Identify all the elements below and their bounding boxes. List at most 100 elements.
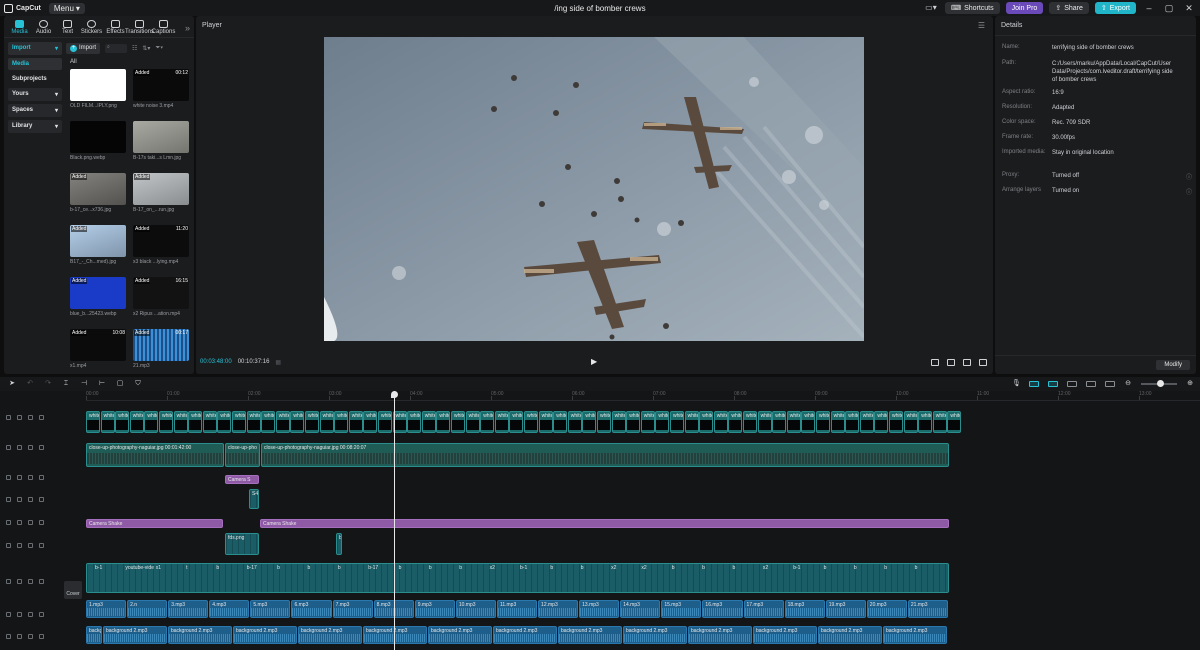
white-noise-clip[interactable]: white — [421, 411, 436, 433]
white-noise-clip[interactable]: white — [232, 411, 246, 433]
white-noise-clip[interactable]: white — [202, 411, 217, 433]
eye-icon[interactable] — [17, 543, 22, 548]
white-noise-clip[interactable]: white — [699, 411, 714, 433]
white-noise-clip[interactable]: white — [144, 411, 159, 433]
sidenav-import[interactable]: Import ▾ — [8, 42, 62, 55]
audio-clip[interactable]: 1.mp3 — [86, 600, 127, 618]
eye-icon[interactable] — [17, 497, 22, 502]
white-noise-clip[interactable]: white — [159, 411, 173, 433]
video-preview[interactable] — [324, 37, 864, 341]
lock-icon[interactable] — [6, 497, 11, 502]
background-audio-clip[interactable]: background 2.mp3 — [818, 626, 882, 644]
white-noise-clip[interactable]: white — [86, 411, 100, 433]
audio-clip[interactable]: 17.mp3 — [743, 600, 784, 618]
media-item[interactable]: Added 16:15 x2 Ripus ...ation.mp4 — [133, 277, 189, 322]
white-noise-clip[interactable]: white — [553, 411, 568, 433]
media-thumbnail[interactable]: Added — [133, 173, 189, 205]
audio-toggle-icon[interactable] — [28, 475, 33, 480]
more-icon[interactable] — [39, 475, 44, 480]
white-noise-clip[interactable]: white — [670, 411, 684, 433]
media-thumbnail[interactable] — [133, 121, 189, 153]
white-noise-clip[interactable]: white — [305, 411, 319, 433]
white-noise-clip[interactable]: white — [115, 411, 130, 433]
white-noise-clip[interactable]: white — [743, 411, 757, 433]
modify-button[interactable]: Modify — [1156, 360, 1190, 370]
zoom-out-icon[interactable]: ⊖ — [1124, 380, 1132, 388]
tab-effects[interactable]: Effects — [104, 20, 127, 37]
photo-clip[interactable]: close-up-photography-naguiar.jpg 00:01:4… — [86, 443, 224, 467]
white-noise-clip[interactable]: white — [363, 411, 378, 433]
media-item[interactable]: Added b-17_ce...x736.jpg — [70, 173, 126, 218]
audio-clip[interactable]: backg — [86, 626, 102, 644]
main-track-magnet-icon[interactable] — [1029, 381, 1039, 387]
media-item[interactable]: Added blue_b...25423.webp — [70, 277, 126, 322]
overlay-clip[interactable]: S4 — [249, 489, 259, 509]
more-icon[interactable] — [39, 497, 44, 502]
lock-icon[interactable] — [6, 415, 11, 420]
split-left-icon[interactable]: ⊣ — [80, 380, 88, 388]
background-audio-clip[interactable]: background 2.mp3 — [688, 626, 752, 644]
audio-clip[interactable]: 10.mp3 — [455, 600, 496, 618]
media-item[interactable]: Added 00:12 white noise 3.mp4 — [133, 69, 189, 114]
background-audio-clip[interactable]: background 2.mp3 — [883, 626, 947, 644]
sidenav-yours[interactable]: Yours ▾ — [8, 88, 62, 101]
white-noise-clip[interactable]: white — [903, 411, 918, 433]
linkage-icon[interactable] — [1067, 381, 1077, 387]
lock-icon[interactable] — [6, 579, 11, 584]
audio-toggle-icon[interactable] — [28, 415, 33, 420]
white-noise-clip[interactable]: white — [538, 411, 553, 433]
ratio-icon[interactable] — [963, 359, 971, 366]
white-noise-clip[interactable]: white — [378, 411, 392, 433]
timeline-ruler[interactable]: 00:00 01:00 02:00 03:00 04:00 05:00 06:00 07:00… — [86, 391, 1200, 401]
select-tool-icon[interactable]: ➤ — [8, 380, 16, 388]
white-noise-clip[interactable]: white — [509, 411, 524, 433]
audio-clip[interactable]: 13.mp3 — [579, 600, 620, 618]
white-noise-clip[interactable]: white — [582, 411, 597, 433]
cover-button[interactable]: Cover — [64, 581, 82, 599]
tab-transitions[interactable]: Transitions — [125, 20, 154, 37]
info-icon[interactable]: ⓘ — [1186, 187, 1192, 196]
background-audio-clip[interactable]: background 2.mp3 — [233, 626, 297, 644]
white-noise-clip[interactable]: white — [947, 411, 962, 433]
media-thumbnail[interactable]: Added — [70, 225, 126, 257]
photo-clip[interactable]: close-up-photography-naguiar.jpg 00:08:2… — [261, 443, 949, 467]
playhead[interactable] — [391, 391, 398, 650]
main-video-track[interactable]: b-1 youtube-vide x1 t b b-17 b b b b-17 b b b x2 b-1 b b… — [86, 563, 949, 593]
close-icon[interactable]: ✕ — [1182, 3, 1196, 14]
sort-icon[interactable]: ⇅▾ — [142, 45, 150, 52]
zoom-fit-icon[interactable] — [1105, 381, 1115, 387]
lock-icon[interactable] — [6, 520, 11, 525]
timeline-view-icon[interactable]: ▦ — [275, 359, 281, 366]
white-noise-clip[interactable]: white — [801, 411, 816, 433]
expand-tabs-icon[interactable]: » — [185, 23, 190, 37]
marker-icon[interactable]: ⛉ — [134, 380, 142, 388]
white-noise-clip[interactable]: white — [772, 411, 787, 433]
background-audio-clip[interactable]: background 2.mp3 — [428, 626, 492, 644]
preview-axis-icon[interactable] — [1086, 381, 1096, 387]
audio-clip[interactable]: 19.mp3 — [825, 600, 866, 618]
audio-clip[interactable]: 18.mp3 — [784, 600, 825, 618]
background-audio-clip[interactable]: background 2.mp3 — [753, 626, 817, 644]
audio-clip[interactable]: 14.mp3 — [620, 600, 661, 618]
white-noise-clip[interactable]: white — [348, 411, 363, 433]
white-noise-clip[interactable]: white — [246, 411, 261, 433]
audio-clip[interactable]: 5.mp3 — [250, 600, 291, 618]
audio-clip[interactable]: 7.mp3 — [332, 600, 373, 618]
audio-clip[interactable]: 21.mp3 — [907, 600, 948, 618]
white-noise-clip[interactable]: white — [713, 411, 728, 433]
white-noise-clip[interactable]: white — [217, 411, 232, 433]
more-icon[interactable] — [39, 415, 44, 420]
audio-toggle-icon[interactable] — [28, 543, 33, 548]
tab-media[interactable]: Media — [8, 20, 31, 37]
delete-icon[interactable]: ▢ — [116, 380, 124, 388]
background-audio-clip[interactable]: background 2.mp3 — [623, 626, 687, 644]
photo-clip[interactable]: close-up-pho — [225, 443, 260, 467]
eye-icon[interactable] — [17, 520, 22, 525]
media-item[interactable]: Added B17_-_Ch...med).jpg — [70, 225, 126, 270]
white-noise-clip[interactable]: white — [334, 411, 349, 433]
media-item[interactable]: Added 11:20 x3 black ...lying.mp4 — [133, 225, 189, 270]
eye-icon[interactable] — [17, 415, 22, 420]
more-icon[interactable] — [39, 634, 44, 639]
lock-icon[interactable] — [6, 445, 11, 450]
audio-clip[interactable]: 16.mp3 — [702, 600, 743, 618]
